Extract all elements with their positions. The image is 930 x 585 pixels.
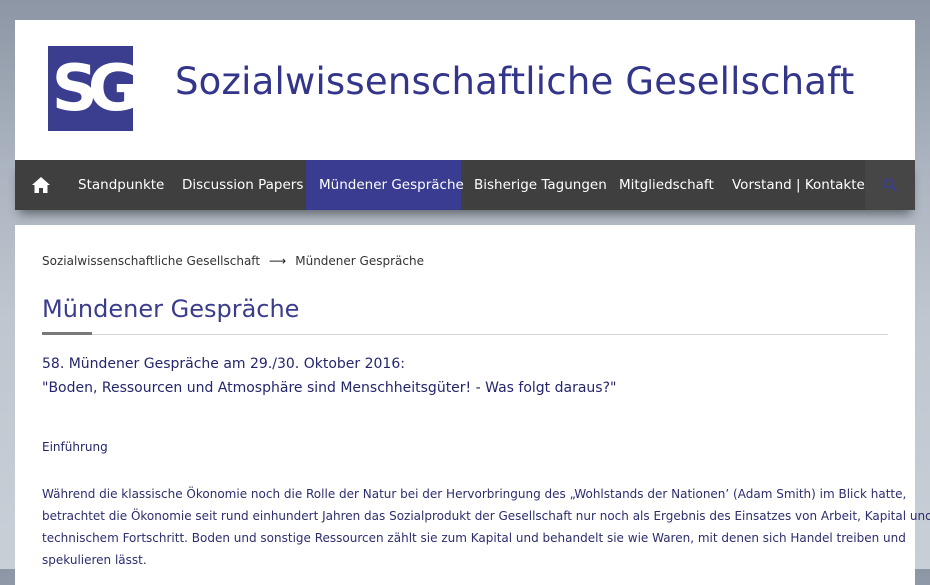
breadcrumb-separator-icon: ⟶ xyxy=(269,254,287,268)
section-label-einfuehrung: Einführung xyxy=(42,440,108,454)
paragraph-line: technischem Fortschritt. Boden und sonst… xyxy=(42,531,906,545)
nav-home-button[interactable] xyxy=(15,160,65,210)
breadcrumb-home-link[interactable]: Sozialwissenschaftliche Gesellschaft xyxy=(42,254,260,268)
paragraph-line: spekulieren lässt. xyxy=(42,553,147,567)
nav-item-mitgliedschaft[interactable]: Mitgliedschaft xyxy=(619,160,714,210)
search-button[interactable] xyxy=(865,160,915,210)
breadcrumb: Sozialwissenschaftliche Gesellschaft ⟶ Mün… xyxy=(42,254,424,268)
nav-item-discussion-papers[interactable]: Discussion Papers xyxy=(182,160,303,210)
nav-item-standpunkte[interactable]: Standpunkte xyxy=(78,160,164,210)
title-divider xyxy=(42,334,888,335)
intro-paragraph: Während die klassische Ökonomie noch die… xyxy=(42,483,930,571)
home-icon xyxy=(32,177,50,193)
nav-item-bisherige-tagungen[interactable]: Bisherige Tagungen xyxy=(474,160,607,210)
site-header: SG Sozialwissenschaftliche Gesellschaft xyxy=(15,20,915,160)
page-title: Mündener Gespräche xyxy=(42,295,300,323)
site-logo[interactable]: SG xyxy=(48,46,133,131)
nav-item-muendener-gespraeche[interactable]: Mündener Gespräche xyxy=(306,160,464,210)
paragraph-line: Während die klassische Ökonomie noch die… xyxy=(42,487,907,501)
search-icon xyxy=(883,178,897,192)
title-accent-bar xyxy=(42,332,92,335)
event-heading-line1: 58. Mündener Gespräche am 29./30. Oktobe… xyxy=(42,356,405,372)
logo-text: SG xyxy=(51,52,133,126)
breadcrumb-current: Mündener Gespräche xyxy=(295,254,424,268)
main-content: Sozialwissenschaftliche Gesellschaft ⟶ Mün… xyxy=(15,225,930,585)
main-nav: Standpunkte Discussion Papers Mündener G… xyxy=(15,160,915,210)
event-heading-line2: "Boden, Ressourcen und Atmosphäre sind M… xyxy=(42,380,617,396)
site-title[interactable]: Sozialwissenschaftliche Gesellschaft xyxy=(175,60,854,103)
nav-item-vorstand-kontakte[interactable]: Vorstand | Kontakte xyxy=(732,160,865,210)
paragraph-line: betrachtet die Ökonomie seit rund einhun… xyxy=(42,509,930,523)
